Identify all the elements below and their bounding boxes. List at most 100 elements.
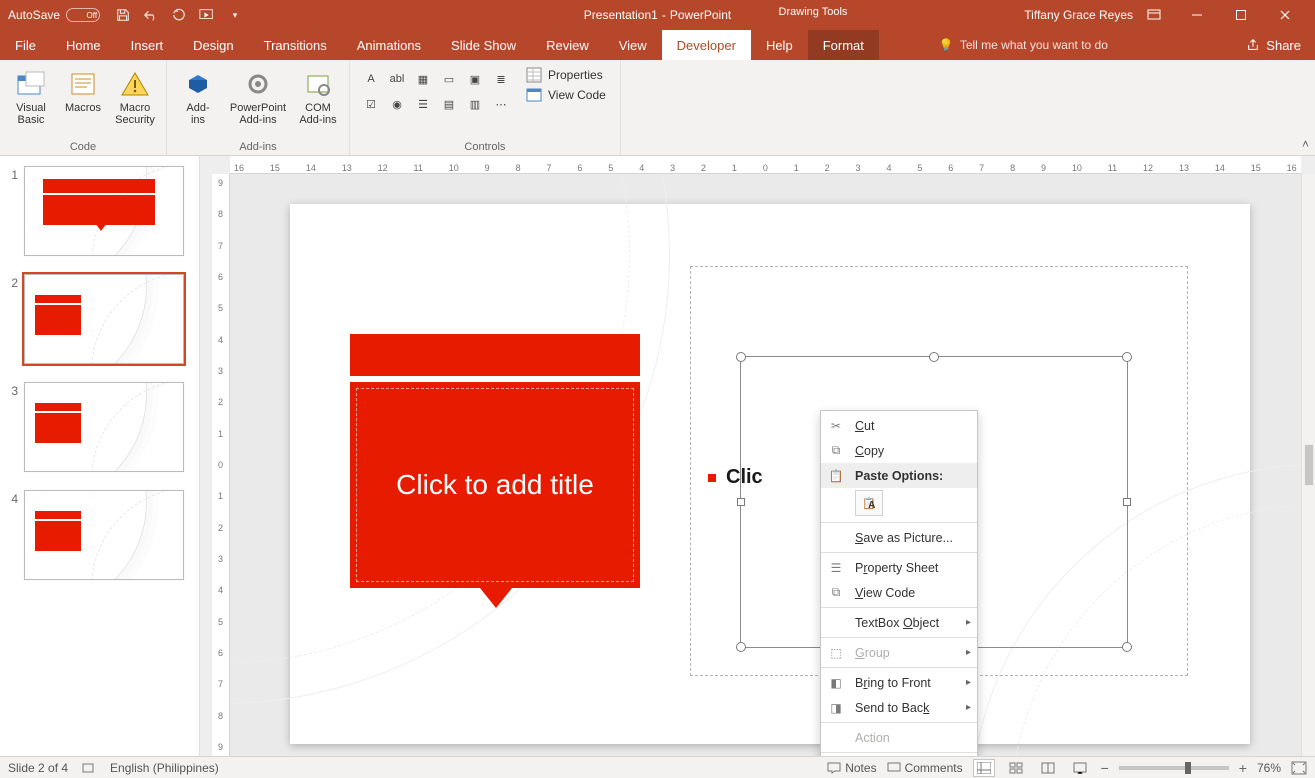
tab-view[interactable]: View — [604, 30, 662, 60]
slide-sorter-view-button[interactable] — [1005, 759, 1027, 777]
ribbon-tabs: File Home Insert Design Transitions Anim… — [0, 30, 1315, 60]
spin-control-button[interactable]: ▦ — [412, 68, 434, 90]
autosave-toggle[interactable]: AutoSave Off — [8, 8, 100, 22]
zoom-level[interactable]: 76% — [1257, 761, 1281, 775]
ctx-bring-to-front[interactable]: ◧Bring to Front▸ — [821, 670, 977, 695]
tab-developer[interactable]: Developer — [662, 30, 751, 60]
ctx-cut[interactable]: ✂Cut — [821, 413, 977, 438]
qat-customize-icon[interactable]: ▾ — [226, 6, 244, 24]
commandbutton-control-button[interactable]: ▭ — [438, 68, 460, 90]
autosave-state-pill: Off — [66, 8, 100, 22]
autosave-label: AutoSave — [8, 8, 60, 22]
controls-gallery: A abl ▦ ▭ ▣ ≣ ☑ ◉ ☰ ▤ ▥ ⋯ — [356, 64, 516, 139]
togglebutton-control-button[interactable]: ▥ — [464, 93, 486, 115]
tab-insert[interactable]: Insert — [116, 30, 179, 60]
label-control-button[interactable]: A — [360, 68, 382, 90]
slideshow-view-button[interactable] — [1069, 759, 1091, 777]
thumbnail-4[interactable]: 4 — [6, 490, 193, 580]
slide[interactable]: Click to add title Clic — [290, 204, 1250, 744]
image-control-button[interactable]: ▣ — [464, 68, 486, 90]
copy-icon: ⧉ — [827, 442, 845, 460]
title-placeholder[interactable]: Click to add title — [350, 382, 640, 588]
vertical-ruler[interactable]: 9876543210123456789 — [212, 174, 230, 756]
ribbon-display-options-icon[interactable] — [1147, 9, 1161, 21]
tab-review[interactable]: Review — [531, 30, 604, 60]
collapse-ribbon-button[interactable]: ˄ — [1302, 137, 1309, 151]
checkbox-control-button[interactable]: ☑ — [360, 93, 382, 115]
thumbnail-3[interactable]: 3 — [6, 382, 193, 472]
tab-animations[interactable]: Animations — [342, 30, 436, 60]
user-name[interactable]: Tiffany Grace Reyes — [1024, 8, 1133, 22]
tab-slideshow[interactable]: Slide Show — [436, 30, 531, 60]
properties-icon — [526, 67, 542, 83]
powerpoint-addins-button[interactable]: PowerPoint Add-ins — [225, 64, 291, 139]
zoom-slider[interactable] — [1119, 766, 1229, 770]
ctx-copy[interactable]: ⧉Copy — [821, 438, 977, 463]
view-code-icon: ⧉ — [827, 584, 845, 602]
thumbnail-1[interactable]: 1 — [6, 166, 193, 256]
tab-format[interactable]: Format — [808, 30, 879, 60]
ctx-textbox-object[interactable]: TextBox Object▸ — [821, 610, 977, 635]
more-controls-button[interactable]: ⋯ — [490, 93, 512, 115]
bring-front-icon: ◧ — [827, 674, 845, 692]
zoom-out-button[interactable]: − — [1101, 760, 1109, 776]
title-bar: AutoSave Off ▾ Presentation1 - PowerPoin… — [0, 0, 1315, 30]
macro-security-button[interactable]: Macro Security — [110, 64, 160, 139]
paste-icon: 📋 — [827, 467, 845, 485]
properties-button[interactable]: Properties — [520, 66, 612, 84]
group-icon: ⬚ — [827, 644, 845, 662]
fit-to-window-button[interactable] — [1291, 761, 1307, 775]
tab-transitions[interactable]: Transitions — [249, 30, 342, 60]
tab-design[interactable]: Design — [178, 30, 248, 60]
ctx-paste-options-header: 📋Paste Options: — [821, 463, 977, 488]
save-icon[interactable] — [114, 6, 132, 24]
close-button[interactable] — [1263, 0, 1307, 30]
listbox-control-button[interactable]: ☰ — [412, 93, 434, 115]
com-addins-button[interactable]: COM Add-ins — [293, 64, 343, 139]
redo-icon[interactable] — [170, 6, 188, 24]
ctx-save-as-picture[interactable]: Save as Picture... — [821, 525, 977, 550]
view-code-button[interactable]: View Code — [520, 86, 612, 104]
share-button[interactable]: Share — [1232, 30, 1315, 60]
language-indicator[interactable]: English (Philippines) — [110, 761, 219, 775]
horizontal-ruler[interactable]: 1615141312111098765432101234567891011121… — [230, 156, 1301, 174]
start-from-beginning-icon[interactable] — [198, 6, 216, 24]
share-icon — [1246, 38, 1260, 52]
bullet-icon — [708, 474, 716, 482]
visual-basic-button[interactable]: Visual Basic — [6, 64, 56, 139]
slide-thumbnail-panel[interactable]: 1 2 3 4 — [0, 156, 200, 756]
accessibility-icon[interactable] — [82, 761, 96, 775]
thumbnail-2[interactable]: 2 — [6, 274, 193, 364]
combobox-control-button[interactable]: ▤ — [438, 93, 460, 115]
textbox-control-button[interactable]: abl — [386, 68, 408, 90]
macros-button[interactable]: Macros — [58, 64, 108, 139]
vertical-scrollbar[interactable] — [1301, 174, 1315, 756]
maximize-button[interactable] — [1219, 0, 1263, 30]
ctx-view-code[interactable]: ⧉View Code — [821, 580, 977, 605]
option-control-button[interactable]: ◉ — [386, 93, 408, 115]
paste-keep-text-only-button[interactable]: 📋A — [855, 490, 883, 516]
tab-file[interactable]: File — [0, 30, 51, 60]
visual-basic-icon — [15, 68, 47, 100]
slide-indicator[interactable]: Slide 2 of 4 — [8, 761, 68, 775]
tell-me-search[interactable]: 💡 Tell me what you want to do — [939, 30, 1108, 60]
ribbon-group-controls: A abl ▦ ▭ ▣ ≣ ☑ ◉ ☰ ▤ ▥ ⋯ — [350, 60, 621, 155]
addins-button[interactable]: Add- ins — [173, 64, 223, 139]
minimize-button[interactable] — [1175, 0, 1219, 30]
tab-help[interactable]: Help — [751, 30, 808, 60]
notes-button[interactable]: Notes — [827, 761, 876, 775]
group-label-code: Code — [6, 139, 160, 153]
reading-view-button[interactable] — [1037, 759, 1059, 777]
scrollbar-control-button[interactable]: ≣ — [490, 68, 512, 90]
tab-home[interactable]: Home — [51, 30, 116, 60]
ribbon-group-code: Visual Basic Macros Macro Security Code — [0, 60, 167, 155]
comments-button[interactable]: Comments — [887, 761, 963, 775]
gear-icon — [242, 68, 274, 100]
title-accent-shape[interactable] — [350, 334, 640, 376]
undo-icon[interactable] — [142, 6, 160, 24]
ctx-send-to-back[interactable]: ◨Send to Back▸ — [821, 695, 977, 720]
ctx-property-sheet[interactable]: ☰Property Sheet — [821, 555, 977, 580]
slide-canvas[interactable]: Click to add title Clic — [230, 174, 1301, 756]
normal-view-button[interactable] — [973, 759, 995, 777]
zoom-in-button[interactable]: + — [1239, 760, 1247, 776]
